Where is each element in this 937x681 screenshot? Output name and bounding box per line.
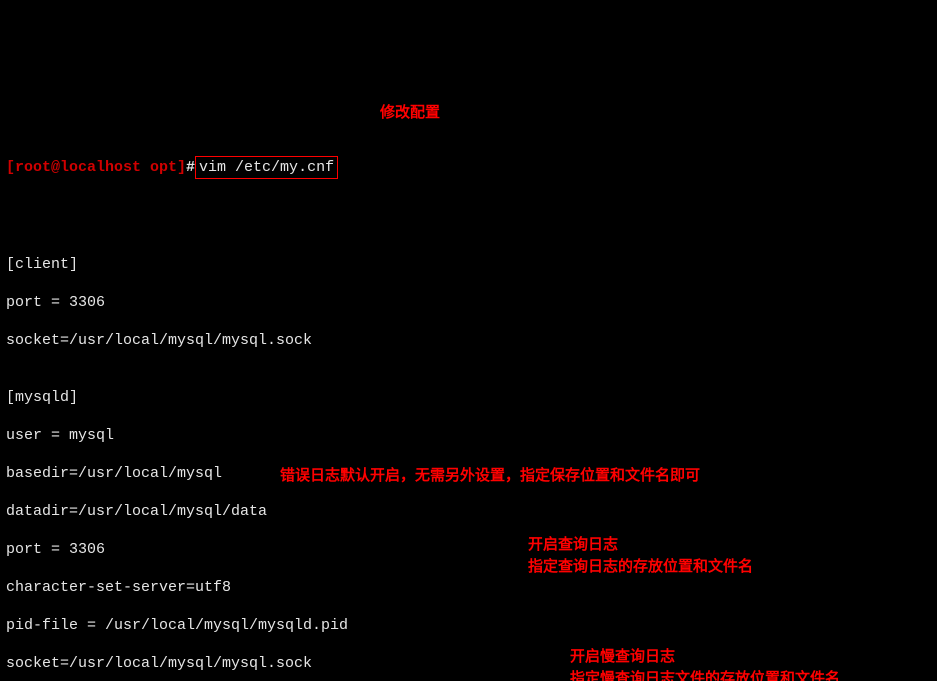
mysqld-port: port = 3306 [6, 540, 931, 559]
mysqld-datadir: datadir=/usr/local/mysql/data [6, 502, 931, 521]
terminal-window[interactable]: [root@localhost opt]#vim /etc/my.cnf 修改配… [0, 95, 937, 681]
annot-error-log: 错误日志默认开启，无需另外设置，指定保存位置和文件名即可 [280, 466, 700, 485]
command-box: vim /etc/my.cnf [195, 156, 338, 179]
annot-general-1: 开启查询日志 [528, 535, 618, 554]
prompt-user: [root@localhost opt] [6, 159, 186, 176]
prompt-hash: # [186, 159, 195, 176]
mysqld-section: [mysqld] [6, 388, 931, 407]
mysqld-pidfile: pid-file = /usr/local/mysql/mysqld.pid [6, 616, 931, 635]
annot-general-2: 指定查询日志的存放位置和文件名 [528, 557, 753, 576]
client-section: [client] [6, 255, 931, 274]
client-socket: socket=/usr/local/mysql/mysql.sock [6, 331, 931, 350]
prompt-line: [root@localhost opt]#vim /etc/my.cnf [6, 156, 931, 179]
annot-slow-2: 指定慢查询日志文件的存放位置和文件名 [570, 669, 840, 681]
mysqld-user: user = mysql [6, 426, 931, 445]
mysqld-charset: character-set-server=utf8 [6, 578, 931, 597]
annot-edit-config: 修改配置 [380, 103, 440, 122]
annot-slow-1: 开启慢查询日志 [570, 647, 675, 666]
client-port: port = 3306 [6, 293, 931, 312]
vim-command: vim /etc/my.cnf [199, 159, 334, 176]
